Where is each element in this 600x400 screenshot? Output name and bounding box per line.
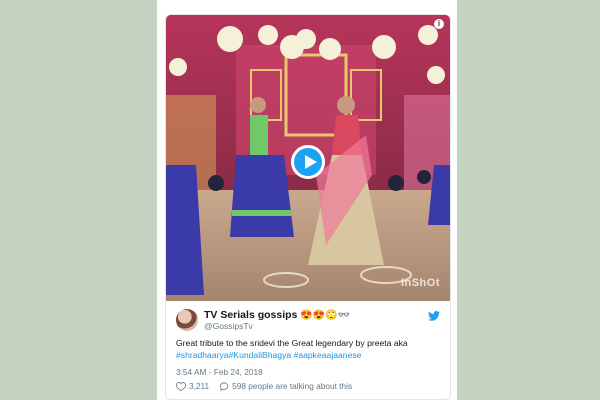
- author-name-text: TV Serials gossips: [204, 309, 298, 321]
- comment-bubble-icon[interactable]: [219, 381, 229, 391]
- tweet-text-line: Great tribute to the sridevi the Great l…: [176, 338, 408, 348]
- video-player[interactable]: i InShOt: [166, 15, 450, 301]
- tweet-text: Great tribute to the sridevi the Great l…: [176, 337, 446, 361]
- video-watermark: InShOt: [400, 277, 440, 289]
- tweet-author[interactable]: TV Serials gossips 😍😍🙄👓 @GossipsTv: [176, 307, 442, 335]
- author-emojis: 😍😍🙄👓: [300, 310, 351, 321]
- like-count[interactable]: 3,211: [189, 381, 209, 391]
- talking-count[interactable]: 598 people are talking about this: [232, 381, 352, 391]
- hashtag-link[interactable]: #KundaliBhagya: [229, 350, 292, 360]
- embedded-tweet-card: i InShOt TV Serials gossips 😍😍🙄👓 @Gossips…: [165, 14, 451, 400]
- tweet-hashtags: #shradhaarya#KundaliBhagya #aapkeaajaane…: [176, 349, 446, 361]
- heart-icon[interactable]: [176, 381, 186, 391]
- avatar[interactable]: [176, 309, 198, 331]
- twitter-bird-icon[interactable]: [428, 311, 440, 321]
- author-handle[interactable]: @GossipsTv: [204, 321, 253, 331]
- author-display-name[interactable]: TV Serials gossips 😍😍🙄👓: [204, 309, 350, 321]
- hashtag-link[interactable]: #aapkeaajaanese: [294, 350, 362, 360]
- play-button[interactable]: [291, 145, 325, 179]
- hashtag-link[interactable]: #shradhaarya: [176, 350, 229, 360]
- tweet-timestamp[interactable]: 3:54 AM - Feb 24, 2018: [176, 367, 263, 377]
- tweet-stats: 3,211 598 people are talking about this: [176, 381, 352, 391]
- info-icon[interactable]: i: [434, 19, 444, 29]
